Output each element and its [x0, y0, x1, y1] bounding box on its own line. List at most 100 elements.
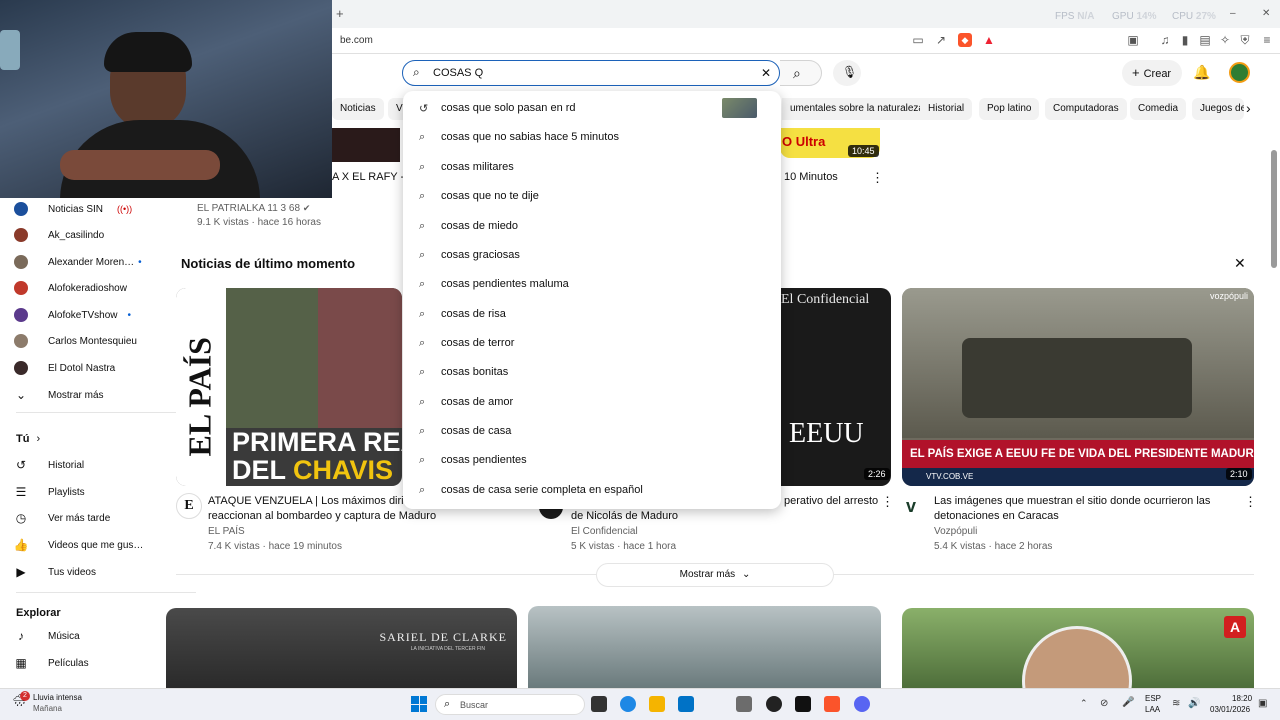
page-scrollbar[interactable] — [1271, 150, 1277, 268]
brave-icon[interactable] — [824, 696, 840, 712]
search-input[interactable]: COSAS Q — [433, 67, 483, 79]
show-more-button[interactable]: Mostrar más ⌄ — [596, 563, 834, 587]
edge-icon[interactable] — [620, 696, 636, 712]
channel-avatar — [14, 308, 28, 322]
notifications-bell-icon[interactable]: 🔔 — [1193, 64, 1210, 81]
language-indicator[interactable]: ESP — [1145, 694, 1161, 703]
sidebar-item-ak-casilindo[interactable]: Ak_casilindo — [14, 222, 214, 248]
clock-date[interactable]: 03/01/2026 — [1210, 705, 1250, 714]
sidebar-item-your-videos[interactable]: ▶ Tus videos — [14, 559, 214, 585]
suggestion-item[interactable]: ⌕ cosas de risa — [419, 303, 506, 325]
news-channel-3[interactable]: Vozpópuli — [934, 524, 977, 539]
obs-icon[interactable] — [766, 696, 782, 712]
leo-icon[interactable]: ✧ — [1218, 33, 1232, 47]
news-thumbnail-3[interactable]: vozpópuli EL PAÍS EXIGE A EEUU FE DE VID… — [902, 288, 1254, 486]
tiktok-icon[interactable] — [795, 696, 811, 712]
suggestion-item[interactable]: ⌕ cosas que no te dije — [419, 185, 539, 207]
more-options-icon[interactable]: ⋮ — [871, 170, 884, 186]
clock-time[interactable]: 18:20 — [1232, 694, 1252, 703]
taskbar-search-box[interactable]: ⌕ Buscar — [435, 694, 585, 715]
suggestion-item[interactable]: ⌕ cosas militares — [419, 156, 514, 178]
sidebar-item-noticias-sin[interactable]: Noticias SIN ((•)) — [14, 196, 214, 222]
suggestion-item[interactable]: ⌕ cosas pendientes maluma — [419, 273, 569, 295]
brave-rewards-icon[interactable]: ▲ — [982, 33, 996, 47]
file-explorer-icon[interactable] — [649, 696, 665, 712]
sidebar-item-liked[interactable]: 👍 Videos que me gus… — [14, 532, 214, 558]
new-tab-button[interactable]: + — [336, 6, 344, 21]
news-thumbnail-2[interactable]: El Confidencial EEUU — [765, 288, 891, 486]
chip-documentales[interactable]: umentales sobre la naturaleza — [782, 98, 932, 120]
sidebar-icon[interactable]: ▮ — [1178, 33, 1192, 47]
more-options-icon[interactable]: ⋮ — [881, 494, 894, 510]
news-title-1b[interactable]: reaccionan al bombardeo y captura de Mad… — [208, 509, 436, 524]
suggestion-item[interactable]: ⌕ cosas bonitas — [419, 361, 508, 383]
chips-next-icon[interactable]: › — [1246, 100, 1251, 116]
news-thumbnail-1[interactable]: EL PAÍS PRIMERA REA DEL CHAVIS — [176, 288, 402, 486]
video-thumbnail-bottom-1[interactable]: SARIEL DE CLARKE LA INICIATIVA DEL TERCE… — [166, 608, 517, 688]
suggestion-item[interactable]: ↺ cosas que solo pasan en rd — [419, 97, 576, 119]
chip-noticias[interactable]: Noticias — [332, 98, 384, 120]
share-icon[interactable]: ↗ — [934, 33, 948, 47]
chip-pop-latino[interactable]: Pop latino — [979, 98, 1040, 120]
volume-icon[interactable]: 🔊 — [1188, 698, 1200, 709]
news-title-2[interactable]: perativo del arresto — [784, 494, 878, 509]
search-button[interactable]: ⌕ — [780, 60, 822, 86]
chip-juegos[interactable]: Juegos de — [1192, 98, 1244, 120]
suggestion-item[interactable]: ⌕ cosas pendientes — [419, 449, 527, 471]
microphone-icon[interactable]: 🎤 — [1122, 697, 1134, 708]
wifi-icon[interactable]: ≋ — [1172, 698, 1180, 709]
suggestion-item[interactable]: ⌕ cosas de amor — [419, 391, 513, 413]
minimize-icon[interactable]: – — [1230, 8, 1236, 19]
chip-comedia[interactable]: Comedia — [1130, 98, 1187, 120]
outlook-icon[interactable] — [678, 696, 694, 712]
more-options-icon[interactable]: ⋮ — [1244, 494, 1257, 510]
notification-center-icon[interactable]: ▣ — [1258, 698, 1267, 709]
partial-video-title-left[interactable]: A X EL RAFY - I — [332, 170, 410, 185]
news-title-3[interactable]: Las imágenes que muestran el sitio donde… — [934, 494, 1210, 509]
brave-shield-icon[interactable]: ◆ — [958, 33, 972, 47]
news-title-3b[interactable]: detonaciones en Caracas — [934, 509, 1059, 524]
video-thumbnail-bottom-3[interactable]: A — [902, 608, 1254, 688]
suggestion-item[interactable]: ⌕ cosas que no sabias hace 5 minutos — [419, 126, 619, 148]
dismiss-section-icon[interactable]: ✕ — [1234, 255, 1246, 272]
tab-search-icon[interactable]: ▣ — [1126, 33, 1140, 47]
partial-channel[interactable]: EL PATRIALKA 11 3 68 ✔ — [197, 201, 310, 216]
news-channel-1[interactable]: EL PAÍS — [208, 524, 245, 539]
channel-avatar-el-pais[interactable]: E — [176, 493, 202, 519]
suggestion-item[interactable]: ⌕ cosas de casa — [419, 420, 511, 442]
partial-video-title-right[interactable]: 10 Minutos — [784, 170, 838, 185]
chip-computadoras[interactable]: Computadoras — [1045, 98, 1127, 120]
account-avatar[interactable] — [1229, 62, 1250, 83]
suggestion-item[interactable]: ⌕ cosas de miedo — [419, 215, 518, 237]
voice-search-button[interactable]: 🎙 — [833, 60, 861, 86]
thumb-vehicle — [962, 338, 1192, 418]
video-thumbnail-bottom-2[interactable] — [528, 606, 881, 688]
menu-icon[interactable]: ≡ — [1260, 33, 1274, 47]
search-box[interactable]: ⌕ COSAS Q ✕ — [402, 60, 780, 86]
music-icon[interactable]: ♫ — [1158, 33, 1172, 47]
news-title-2b[interactable]: de Nicolás de Maduro — [571, 509, 678, 524]
close-window-icon[interactable]: ✕ — [1262, 8, 1270, 19]
suggestion-item[interactable]: ⌕ cosas de casa serie completa en español — [419, 479, 643, 501]
network-off-icon[interactable]: ⊘ — [1100, 698, 1108, 709]
discord-icon[interactable] — [854, 696, 870, 712]
news-title-1[interactable]: ATAQUE VENZUELA | Los máximos dirig — [208, 494, 403, 509]
weather-text[interactable]: Lluvia intensa — [33, 693, 82, 702]
create-button[interactable]: + Crear — [1122, 60, 1182, 86]
sidebar-you-header[interactable]: Tú › — [16, 433, 40, 445]
tray-chevron-icon[interactable]: ⌃ — [1080, 698, 1088, 709]
cast-icon[interactable]: ▭ — [911, 33, 925, 47]
wallet-icon[interactable]: ▤ — [1198, 33, 1212, 47]
clear-search-icon[interactable]: ✕ — [761, 66, 771, 80]
store-icon[interactable] — [736, 696, 752, 712]
news-channel-2[interactable]: El Confidencial — [571, 524, 638, 539]
channel-avatar-vozpopuli[interactable]: v — [906, 496, 916, 517]
url-text[interactable]: be.com — [340, 35, 373, 46]
vpn-icon[interactable]: ⛨ — [1238, 33, 1252, 47]
chip-historial[interactable]: Historial — [920, 98, 973, 120]
suggestion-item[interactable]: ⌕ cosas de terror — [419, 332, 514, 354]
task-view-icon[interactable] — [591, 696, 607, 712]
suggestion-item[interactable]: ⌕ cosas graciosas — [419, 244, 520, 266]
start-button[interactable] — [411, 696, 427, 712]
partial-thumbnail-left[interactable] — [332, 128, 400, 162]
